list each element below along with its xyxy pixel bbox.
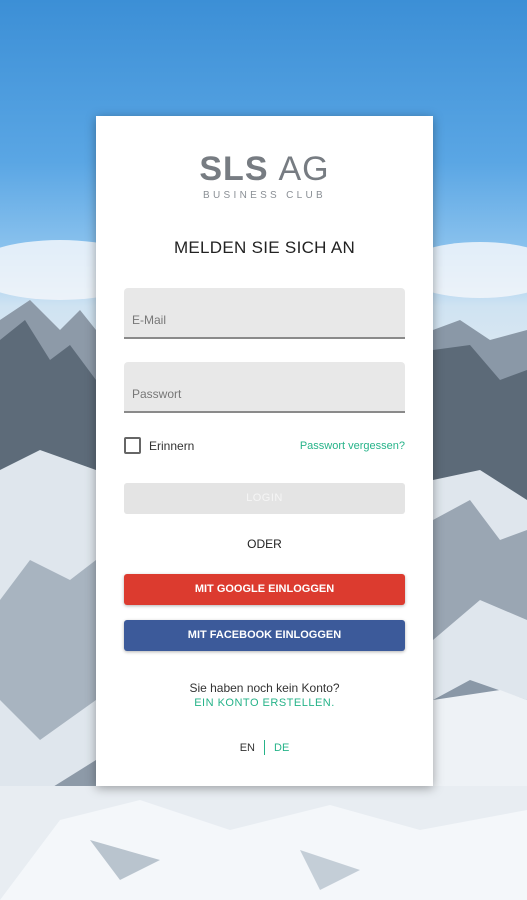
facebook-login-button[interactable]: MIT FACEBOOK EINLOGGEN xyxy=(124,620,405,651)
create-account-link[interactable]: EIN KONTO ERSTELLEN. xyxy=(96,697,433,709)
password-field[interactable] xyxy=(124,362,405,411)
login-card: SLS AG BUSINESS CLUB MELDEN SIE SICH AN E… xyxy=(96,116,433,786)
language-en[interactable]: EN xyxy=(240,742,264,754)
remember-me[interactable]: Erinnern xyxy=(124,437,194,454)
remember-checkbox[interactable] xyxy=(124,437,141,454)
email-field-container xyxy=(124,288,405,339)
password-field-container xyxy=(124,362,405,413)
language-de[interactable]: DE xyxy=(265,742,289,754)
forgot-password-link[interactable]: Passwort vergessen? xyxy=(300,440,405,452)
logo-subtitle: BUSINESS CLUB xyxy=(203,190,326,201)
page-title: MELDEN SIE SICH AN xyxy=(173,238,356,257)
logo-suffix-text: AG xyxy=(278,150,330,188)
google-login-button[interactable]: MIT GOOGLE EINLOGGEN xyxy=(124,574,405,605)
no-account-text: Sie haben noch kein Konto? xyxy=(189,681,340,695)
remember-label: Erinnern xyxy=(149,438,195,453)
email-field[interactable] xyxy=(124,288,405,337)
login-button[interactable]: LOGIN xyxy=(124,483,405,514)
or-divider-text: ODER xyxy=(247,537,282,551)
language-switcher: EN DE xyxy=(96,740,433,755)
logo-main-text: SLS xyxy=(199,150,269,188)
logo: SLS AG BUSINESS CLUB xyxy=(96,150,433,201)
